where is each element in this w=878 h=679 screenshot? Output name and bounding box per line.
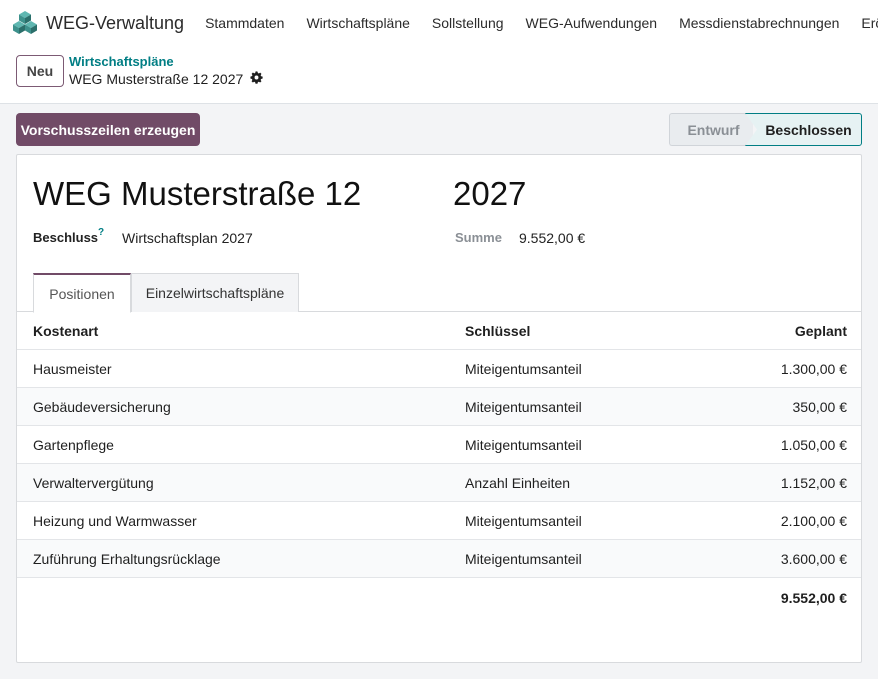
table-row[interactable]: Hausmeister Miteigentumsanteil 1.300,00 … [17,350,861,388]
cell-geplant: 3.600,00 € [780,550,847,567]
cell-geplant: 1.300,00 € [780,360,847,377]
positions-table: Kostenart Schlüssel Geplant Hausmeister … [17,312,861,618]
cell-geplant: 2.100,00 € [780,512,847,529]
cell-schluessel: Miteigentumsanteil [465,512,582,529]
status-draft[interactable]: Entwurf [669,113,753,146]
menu-item-wirtschaftsplaene[interactable]: Wirtschaftspläne [306,15,409,31]
menu-item-stammdaten[interactable]: Stammdaten [205,15,284,31]
cell-kostenart: Verwaltervergütung [33,474,154,491]
breadcrumb-current: WEG Musterstraße 12 2027 [69,71,263,87]
generate-advance-lines-button[interactable]: Vorschusszeilen erzeugen [16,113,200,146]
status-bar: Entwurf Beschlossen [669,113,862,146]
record-year[interactable]: 2027 [453,175,526,213]
menu-item-messdienstabrechnungen[interactable]: Messdienstabrechnungen [679,15,839,31]
control-panel: Neu Wirtschaftspläne WEG Musterstraße 12… [0,46,878,104]
cell-kostenart: Gebäudeversicherung [33,398,171,415]
column-header-kostenart[interactable]: Kostenart [33,323,98,339]
cell-kostenart: Hausmeister [33,360,112,377]
table-row[interactable]: Verwaltervergütung Anzahl Einheiten 1.15… [17,464,861,502]
table-total: 9.552,00 € [780,590,847,606]
breadcrumb-parent-link[interactable]: Wirtschaftspläne [69,54,174,69]
column-header-schluessel[interactable]: Schlüssel [465,323,530,339]
tab-einzelwirtschaftsplaene[interactable]: Einzelwirtschaftspläne [131,273,299,312]
tab-positionen[interactable]: Positionen [33,273,131,313]
table-row[interactable]: Zuführung Erhaltungsrücklage Miteigentum… [17,540,861,578]
gear-icon[interactable] [250,71,263,87]
beschluss-label: Beschluss [33,230,99,245]
table-row[interactable]: Gartenpflege Miteigentumsanteil 1.050,00… [17,426,861,464]
cell-geplant: 1.152,00 € [780,474,847,491]
menu-item-weg-aufwendungen[interactable]: WEG-Aufwendungen [526,15,658,31]
cell-schluessel: Miteigentumsanteil [465,436,582,453]
notebook-tabs: Positionen Einzelwirtschaftspläne [17,273,861,313]
table-row[interactable]: Heizung und Warmwasser Miteigentumsantei… [17,502,861,540]
cell-geplant: 350,00 € [792,398,848,415]
top-navbar: WEG-Verwaltung Stammdaten Wirtschaftsplä… [0,0,878,46]
menu-item-sollstellung[interactable]: Sollstellung [432,15,504,31]
status-decided[interactable]: Beschlossen [745,113,862,146]
summe-value: 9.552,00 € [519,230,586,246]
record-name[interactable]: WEG Musterstraße 12 [33,175,361,213]
cell-geplant: 1.050,00 € [780,436,847,453]
table-header-row: Kostenart Schlüssel Geplant [17,312,861,350]
column-header-geplant[interactable]: Geplant [795,323,847,339]
cell-schluessel: Miteigentumsanteil [465,360,582,377]
app-name: WEG-Verwaltung [46,12,185,33]
cubes-logo-icon [12,10,38,36]
cell-kostenart: Zuführung Erhaltungsrücklage [33,550,221,567]
app-brand[interactable]: WEG-Verwaltung [12,10,184,36]
breadcrumb-current-label: WEG Musterstraße 12 2027 [69,71,244,87]
cell-schluessel: Anzahl Einheiten [465,474,571,491]
cell-schluessel: Miteigentumsanteil [465,550,582,567]
summe-label: Summe [455,230,502,245]
help-icon[interactable]: ? [98,227,104,238]
new-button[interactable]: Neu [16,55,64,87]
cell-kostenart: Gartenpflege [33,436,114,453]
cell-kostenart: Heizung und Warmwasser [33,512,197,529]
table-row[interactable]: Gebäudeversicherung Miteigentumsanteil 3… [17,388,861,426]
table-footer-row: 9.552,00 € [17,578,861,618]
menu-item-eroeffnung[interactable]: Eröffn [861,15,878,31]
beschluss-field[interactable]: Wirtschaftsplan 2027 [122,230,253,246]
form-sheet: WEG Musterstraße 12 2027 Beschluss ? Wir… [16,154,862,663]
cell-schluessel: Miteigentumsanteil [465,398,582,415]
